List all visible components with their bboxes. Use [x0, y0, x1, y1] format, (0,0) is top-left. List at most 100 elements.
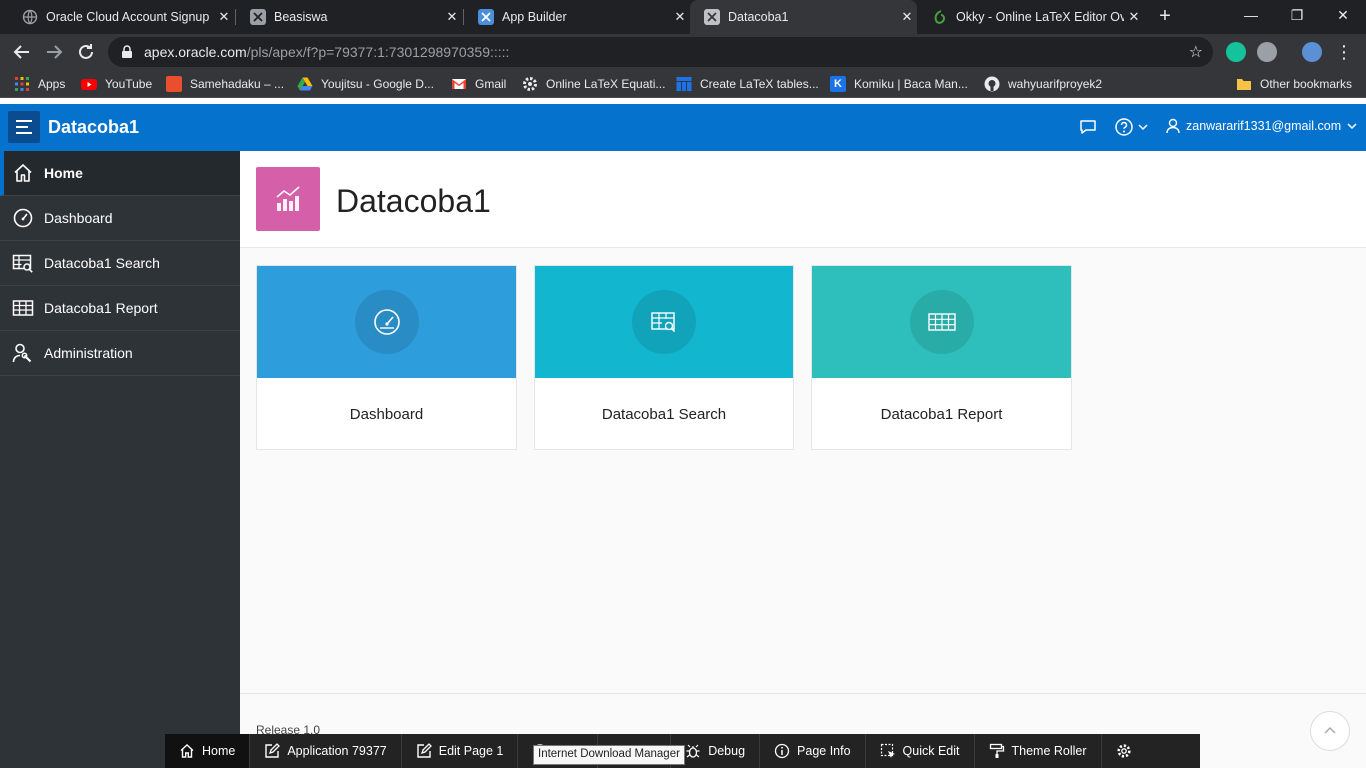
footer-divider [240, 693, 1366, 694]
bookmark-youtube[interactable]: YouTube [81, 75, 152, 93]
devbar-label: Theme Roller [1011, 744, 1087, 758]
tab-title: Oracle Cloud Account Signup [46, 10, 210, 24]
menu-dots-icon[interactable]: ⋮ [1332, 40, 1356, 64]
app-title[interactable]: Datacoba1 [48, 117, 139, 138]
komiku-icon: K [830, 76, 846, 92]
card-banner [535, 266, 793, 378]
close-icon[interactable]: ✕ [1124, 9, 1144, 25]
reload-icon[interactable] [74, 40, 98, 64]
menu-toggle-button[interactable] [8, 111, 40, 143]
bookmark-label: Youjitsu - Google D... [321, 77, 434, 91]
back-arrow-icon[interactable] [10, 40, 34, 64]
close-icon[interactable]: ✕ [442, 9, 462, 25]
restore-button[interactable]: ❐ [1274, 0, 1320, 30]
main-content: Datacoba1 Dashboard Datacoba1 Search Dat… [240, 151, 1366, 768]
browser-tab-strip: Oracle Cloud Account Signup ✕ Beasiswa ✕… [0, 0, 1366, 34]
side-navigation: Home Dashboard Datacoba1 Search Datacoba… [0, 151, 240, 768]
feedback-icon[interactable] [1078, 117, 1098, 142]
chart-icon [256, 167, 320, 231]
bookmark-samehadaku[interactable]: Samehadaku – ... [166, 75, 284, 93]
bookmark-latex-tables[interactable]: Create LaTeX tables... [676, 75, 819, 93]
bookmark-label: wahyuarifproyek2 [1008, 77, 1103, 91]
address-bar[interactable]: apex.oracle.com/pls/apex/f?p=79377:1:730… [108, 37, 1213, 67]
sidebar-item-administration[interactable]: Administration [0, 331, 240, 376]
bookmark-label: Online LaTeX Equati... [546, 77, 666, 91]
bookmarks-bar: Apps YouTube Samehadaku – ... Youjitsu -… [0, 70, 1366, 98]
bookmark-other[interactable]: Other bookmarks [1236, 75, 1352, 93]
user-icon [1166, 118, 1180, 134]
browser-tab-active[interactable]: Datacoba1 ✕ [690, 0, 917, 34]
github-icon [984, 76, 1000, 92]
samehadaku-icon [166, 76, 182, 92]
card-datacoba1-report[interactable]: Datacoba1 Report [811, 265, 1072, 450]
close-icon[interactable]: ✕ [897, 9, 917, 25]
grammarly-icon[interactable] [1226, 42, 1246, 62]
bookmark-latex-equation[interactable]: Online LaTeX Equati... [522, 75, 665, 93]
minimize-button[interactable]: — [1228, 0, 1274, 30]
devbar-page-info[interactable]: Page Info [760, 734, 866, 768]
globe-extension-icon[interactable] [1257, 42, 1277, 62]
browser-tab[interactable]: App Builder ✕ [464, 0, 690, 34]
devbar-quick-edit[interactable]: Quick Edit [866, 734, 975, 768]
devbar-edit-page[interactable]: Edit Page 1 [402, 734, 519, 768]
google-drive-icon [297, 76, 313, 92]
close-icon[interactable]: ✕ [670, 9, 690, 25]
devbar-home[interactable]: Home [165, 734, 251, 768]
youtube-icon [81, 76, 97, 92]
profile-avatar-icon[interactable] [1302, 42, 1322, 62]
sidebar-item-datacoba1-report[interactable]: Datacoba1 Report [0, 286, 240, 331]
new-tab-button[interactable]: + [1153, 4, 1177, 28]
apex-icon [704, 9, 720, 25]
browser-tab[interactable]: Okky - Online LaTeX Editor Ove ✕ [918, 0, 1144, 34]
bookmark-apps[interactable]: Apps [14, 75, 65, 93]
browser-tab[interactable]: Beasiswa ✕ [236, 0, 462, 34]
bookmark-google-drive[interactable]: Youjitsu - Google D... [297, 75, 434, 93]
gauge-icon [354, 290, 419, 354]
user-wrench-icon [12, 342, 34, 364]
bookmark-label: Apps [38, 77, 66, 91]
sidebar-item-label: Dashboard [44, 210, 113, 226]
card-datacoba1-search[interactable]: Datacoba1 Search [534, 265, 794, 450]
devbar-label: Page Info [797, 744, 851, 758]
bookmark-label: YouTube [105, 77, 153, 91]
quick-edit-icon [880, 743, 896, 759]
url-host: apex.oracle.com [144, 44, 247, 60]
page-title: Datacoba1 [336, 183, 491, 219]
card-banner [257, 266, 516, 378]
card-dashboard[interactable]: Dashboard [256, 265, 517, 450]
bookmark-star-icon[interactable]: ☆ [1189, 42, 1203, 62]
sidebar-item-label: Administration [44, 345, 133, 361]
folder-icon [1236, 76, 1252, 92]
card-label: Datacoba1 Search [601, 405, 727, 423]
sidebar-item-label: Datacoba1 Search [44, 255, 160, 271]
browser-tab[interactable]: Oracle Cloud Account Signup ✕ [8, 0, 234, 34]
bookmark-github[interactable]: wahyuarifproyek2 [984, 75, 1102, 93]
devbar-settings[interactable] [1102, 734, 1146, 768]
card-label: Datacoba1 Report [880, 405, 1003, 423]
overleaf-icon [932, 9, 948, 25]
devbar-theme-roller[interactable]: Theme Roller [975, 734, 1102, 768]
sidebar-item-label: Home [44, 165, 83, 181]
tooltip: Internet Download Manager [533, 745, 685, 765]
card-label: Dashboard [349, 405, 424, 423]
bug-icon [685, 743, 701, 759]
devbar-application[interactable]: Application 79377 [250, 734, 402, 768]
help-menu[interactable] [1114, 117, 1148, 137]
close-icon[interactable]: ✕ [214, 9, 234, 25]
home-icon [12, 162, 34, 184]
sidebar-item-label: Datacoba1 Report [44, 300, 158, 316]
tab-title: Okky - Online LaTeX Editor Ove [956, 10, 1124, 24]
user-menu[interactable]: zanwararif1331@gmail.com [1166, 118, 1357, 134]
forward-arrow-icon[interactable] [42, 40, 66, 64]
sidebar-item-datacoba1-search[interactable]: Datacoba1 Search [0, 241, 240, 286]
bookmark-komiku[interactable]: K Komiku | Baca Man... [830, 75, 968, 93]
edit-icon [264, 743, 281, 759]
back-to-top-button[interactable] [1310, 711, 1350, 751]
bookmark-gmail[interactable]: Gmail [451, 75, 506, 93]
gear-icon [522, 76, 538, 92]
close-window-button[interactable]: ✕ [1320, 0, 1366, 30]
table-generator-icon [676, 76, 692, 92]
sidebar-item-dashboard[interactable]: Dashboard [0, 196, 240, 241]
sidebar-item-home[interactable]: Home [0, 151, 240, 196]
tab-title: Datacoba1 [728, 10, 789, 24]
